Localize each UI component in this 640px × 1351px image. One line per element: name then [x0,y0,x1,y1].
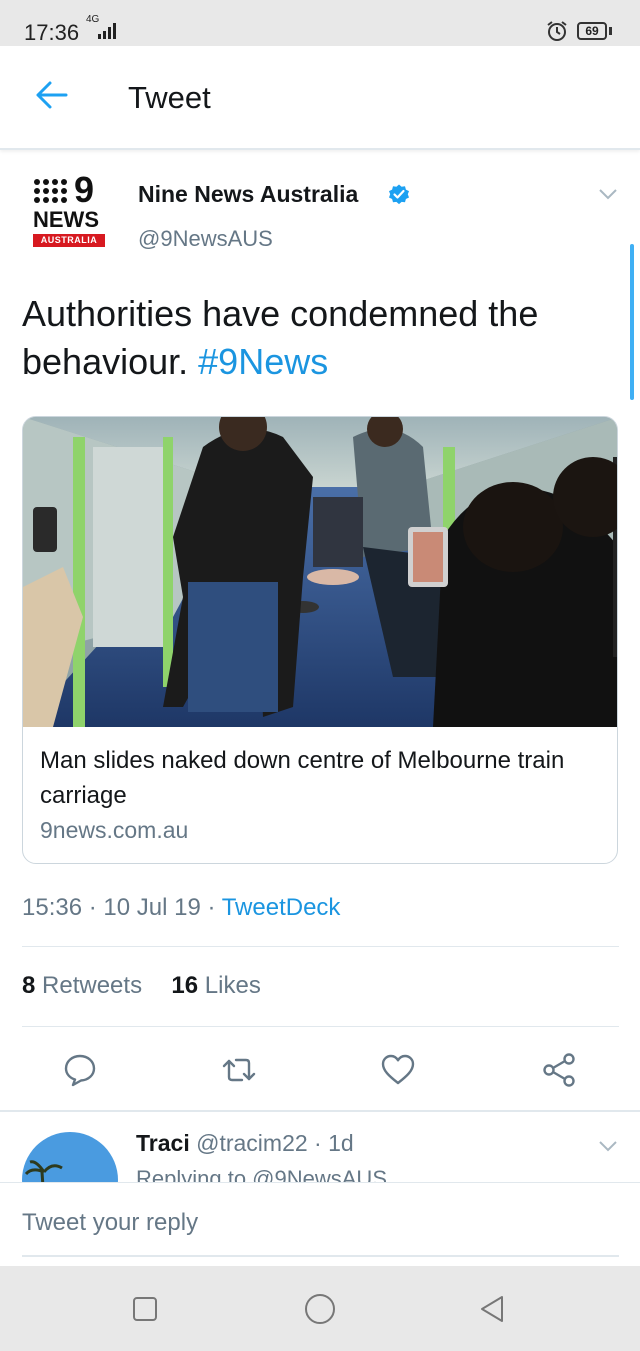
reply-author-handle[interactable]: @tracim22 [196,1130,308,1156]
tweet-date: 10 Jul 19 [103,894,201,921]
app-header: Tweet [0,46,640,150]
tweet-meta: 15:36 · 10 Jul 19 · TweetDeck [22,894,340,922]
retweet-icon[interactable] [222,1053,256,1087]
battery-tip [609,27,612,35]
card-domain: 9news.com.au [40,817,189,843]
hashtag-link[interactable]: #9News [198,341,328,382]
tweet-menu-chevron-down-icon[interactable] [598,188,618,200]
retweets-stat[interactable]: 8 Retweets [22,972,142,999]
alarm-icon [547,21,567,41]
reply-menu-chevron-down-icon[interactable] [598,1140,618,1152]
status-bar: 17:36 4G 69 [0,0,640,46]
logo-dots [34,179,70,205]
back-arrow-icon[interactable] [34,80,68,110]
back-triangle-icon[interactable] [478,1294,506,1324]
tweet-source-link[interactable]: TweetDeck [222,894,341,921]
page-title: Tweet [128,80,211,115]
status-time: 17:36 [24,20,80,45]
tweet-stats: 8 Retweets 16 Likes [22,972,261,1000]
logo-wordmark: NEWS [33,207,99,232]
meta-separator: · [88,894,97,921]
section-divider [0,1110,640,1112]
reply-input[interactable] [22,1205,619,1257]
author-handle[interactable]: @9NewsAUS [138,226,273,252]
like-heart-icon[interactable] [381,1053,415,1087]
card-title: Man slides naked down centre of Melbourn… [40,747,565,809]
logo-region: AUSTRALIA [33,234,105,247]
battery-icon: 69 [577,22,607,40]
like-label: Likes [204,972,261,999]
signal-icon [98,23,120,39]
like-count: 16 [171,972,199,999]
reply-composer [0,1182,640,1266]
tweet-text: Authorities have condemned the behaviour… [22,290,622,386]
home-circle-icon[interactable] [304,1293,336,1325]
retweet-label: Retweets [42,972,143,999]
system-nav-bar [0,1266,640,1351]
tweet-time: 15:36 [22,894,83,921]
meta-separator: · [314,1130,322,1156]
reply-author-name[interactable]: Traci [136,1130,190,1156]
link-card[interactable]: Man slides naked down centre of Melbourn… [22,416,618,864]
divider [22,946,619,947]
divider [22,1026,619,1027]
meta-separator: · [207,894,216,921]
scrollbar[interactable] [630,244,634,400]
recent-apps-square-icon[interactable] [132,1296,158,1322]
share-icon[interactable] [542,1053,576,1087]
reply-age: 1d [328,1130,354,1156]
card-image [23,417,617,727]
logo-numeral: 9 [74,169,95,210]
likes-stat[interactable]: 16 Likes [171,972,260,999]
retweet-count: 8 [22,972,36,999]
verified-badge-icon [389,184,409,205]
reply-header: Traci @tracim22 · 1d [136,1130,354,1157]
author-name[interactable]: Nine News Australia [138,181,358,208]
author-avatar[interactable]: 9 NEWS AUSTRALIA [30,170,110,252]
reply-speech-bubble-icon[interactable] [63,1053,97,1087]
